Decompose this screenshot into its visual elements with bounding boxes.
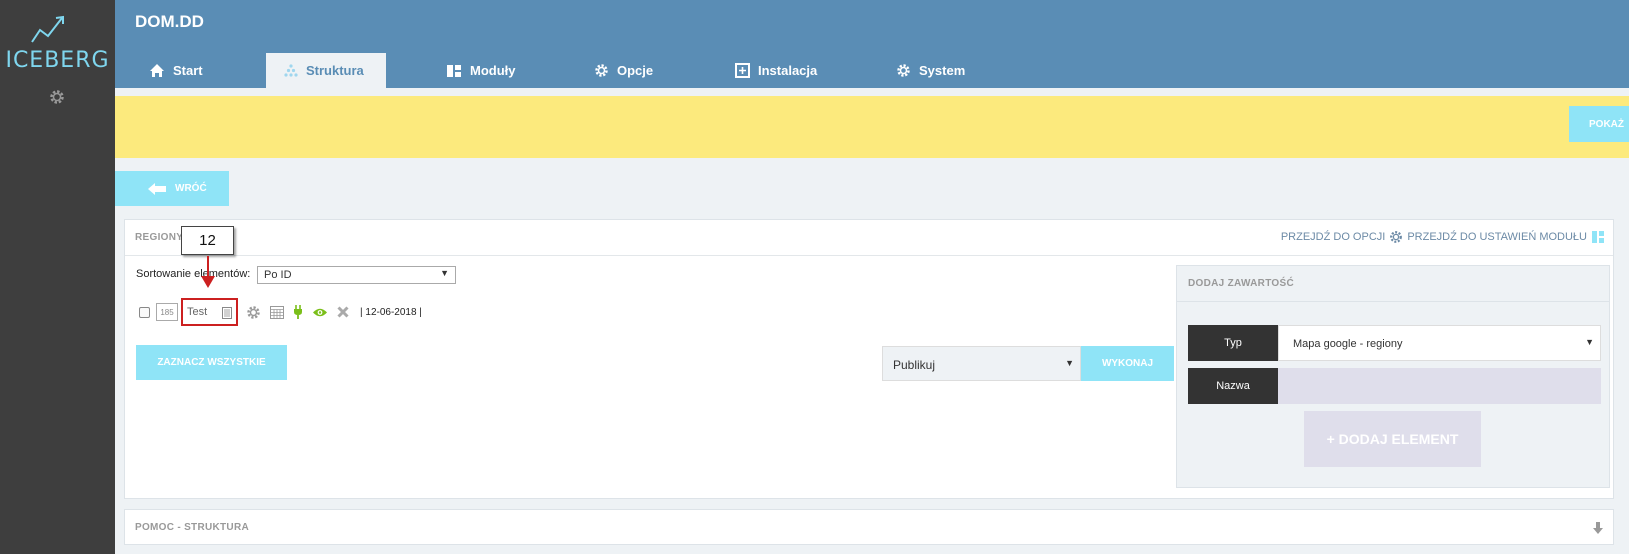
panel-title: REGIONY (135, 232, 184, 243)
execute-button[interactable]: WYKONAJ (1081, 346, 1174, 381)
type-select-value: Mapa google - regiony (1293, 338, 1403, 350)
arrow-down-icon[interactable] (1593, 522, 1603, 534)
tab-moduly[interactable]: Moduły (446, 53, 516, 88)
tab-instalacja[interactable]: Instalacja (735, 53, 817, 88)
item-name-field[interactable]: Test (181, 298, 238, 326)
annotation-arrow-head (201, 276, 215, 288)
show-button[interactable]: POKAŻ (1569, 106, 1629, 142)
gear-icon[interactable] (48, 88, 66, 106)
logo-text: ICEBERG (5, 48, 110, 73)
tab-label: Start (173, 63, 203, 78)
home-icon (150, 64, 164, 77)
add-content-title: DODAJ ZAWARTOŚĆ (1177, 266, 1609, 302)
add-content-box: DODAJ ZAWARTOŚĆ Typ Mapa google - region… (1176, 265, 1610, 488)
calendar-icon[interactable] (270, 305, 284, 319)
modules-icon (447, 64, 461, 77)
help-panel[interactable]: POMOC - STRUKTURA (124, 509, 1614, 545)
app-title: DOM.DD (135, 12, 204, 31)
top-header: DOM.DD Start Struktura Moduły Opcje Inst… (115, 0, 1629, 88)
installation-icon (735, 63, 750, 78)
add-element-button[interactable]: + DODAJ ELEMENT (1304, 411, 1481, 467)
sidebar: ICEBERG (0, 0, 115, 554)
gear-icon (595, 64, 608, 77)
tab-start[interactable]: Start (149, 53, 203, 88)
bulk-action-value: Publikuj (893, 358, 936, 372)
go-to-options-link[interactable]: PRZEJDŹ DO OPCJI (1281, 231, 1386, 243)
modules-icon (1592, 231, 1604, 243)
help-title: POMOC - STRUKTURA (135, 522, 249, 533)
item-id: 185 (156, 303, 178, 321)
go-to-module-settings-link[interactable]: PRZEJDŹ DO USTAWIEŃ MODUŁU (1407, 231, 1587, 243)
tab-label: Instalacja (758, 63, 818, 78)
notice-bar: POKAŻ (115, 96, 1629, 158)
structure-icon (284, 64, 298, 77)
tab-opcje[interactable]: Opcje (594, 53, 653, 88)
chevron-down-icon: ▼ (1585, 337, 1594, 347)
panel-header: REGIONY PRZEJDŹ DO OPCJI PRZEJDŹ DO USTA… (125, 220, 1613, 256)
tab-struktura[interactable]: Struktura (266, 53, 386, 88)
arrow-left-icon (148, 182, 166, 195)
tab-label: Opcje (617, 63, 654, 78)
chevron-down-icon: ▼ (1065, 358, 1074, 368)
type-select[interactable]: Mapa google - regiony ▼ (1278, 325, 1601, 361)
item-date: | 12-06-2018 | (360, 306, 422, 318)
tab-system[interactable]: System (896, 53, 965, 88)
tab-label: Struktura (306, 63, 364, 78)
gear-icon[interactable] (246, 305, 261, 320)
sort-select[interactable]: Po ID ▼ (257, 266, 456, 284)
back-button[interactable]: WRÓĆ (115, 171, 229, 206)
chevron-down-icon: ▼ (440, 268, 449, 278)
document-icon (222, 307, 232, 319)
type-label: Typ (1188, 325, 1278, 361)
panel-links: PRZEJDŹ DO OPCJI PRZEJDŹ DO USTAWIEŃ MOD… (1281, 230, 1609, 244)
name-input[interactable] (1278, 368, 1601, 404)
tab-label: Moduły (470, 63, 516, 78)
plug-icon[interactable] (293, 305, 303, 319)
tab-label: System (919, 63, 966, 78)
sort-select-value: Po ID (264, 269, 292, 281)
list-item: 185 Test | 12-06-2018 | (139, 298, 422, 326)
item-checkbox[interactable] (139, 306, 150, 318)
regions-panel: REGIONY PRZEJDŹ DO OPCJI PRZEJDŹ DO USTA… (124, 219, 1614, 499)
back-button-label: WRÓĆ (175, 183, 207, 194)
delete-icon[interactable] (337, 306, 349, 318)
bulk-action-select[interactable]: Publikuj ▼ (882, 346, 1081, 381)
gear-icon (897, 64, 910, 77)
annotation-arrow-line (207, 256, 209, 278)
eye-icon[interactable] (312, 307, 328, 318)
annotation-callout: 12 (181, 226, 234, 255)
logo-graph-icon (31, 15, 64, 43)
item-name: Test (187, 306, 208, 318)
gear-icon (1390, 231, 1403, 243)
name-label: Nazwa (1188, 368, 1278, 404)
sort-label: Sortowanie elementów: (136, 268, 251, 280)
select-all-button[interactable]: ZAZNACZ WSZYSTKIE (136, 345, 287, 380)
